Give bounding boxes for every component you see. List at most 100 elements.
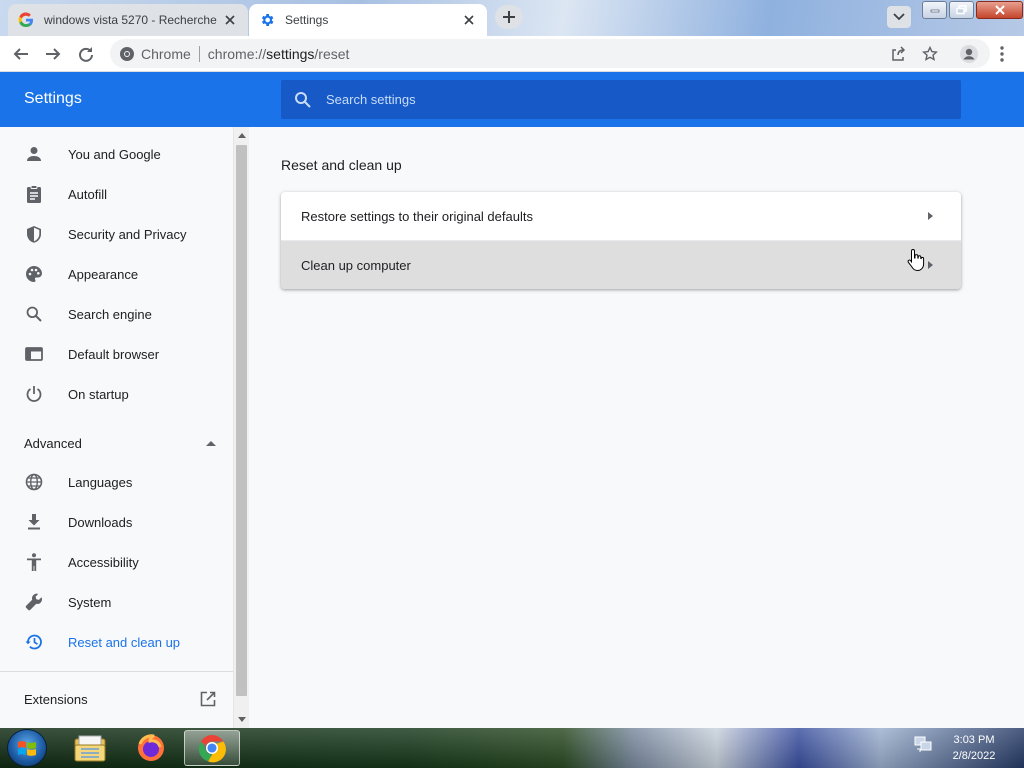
history-icon: [24, 632, 44, 652]
sidebar-item-label: You and Google: [68, 146, 161, 162]
arrow-right-icon: [46, 48, 61, 60]
restore-defaults-row[interactable]: Restore settings to their original defau…: [281, 192, 961, 240]
tab-search-button[interactable]: [887, 6, 911, 28]
restore-button[interactable]: [949, 1, 974, 19]
separator: [198, 45, 200, 62]
start-button[interactable]: [7, 729, 47, 767]
taskbar-clock[interactable]: 3:03 PM 2/8/2022: [940, 732, 1008, 764]
close-window-button[interactable]: [976, 1, 1023, 19]
sidebar-item-downloads[interactable]: Downloads: [0, 502, 233, 542]
tab-google-search[interactable]: windows vista 5270 - Recherche: [8, 4, 248, 36]
search-input[interactable]: [326, 92, 926, 107]
chrome-logo-icon: [120, 46, 134, 61]
search-icon: [295, 91, 311, 108]
settings-main: Reset and clean up Restore settings to t…: [249, 127, 1024, 728]
palette-icon: [24, 264, 44, 284]
sidebar-item-default-browser[interactable]: Default browser: [0, 334, 233, 374]
sidebar-item-system[interactable]: System: [0, 582, 233, 622]
google-g-icon: [18, 12, 33, 28]
settings-header: Settings: [0, 72, 1024, 127]
reload-button[interactable]: [74, 42, 98, 66]
scroll-up-arrow-icon[interactable]: [238, 133, 246, 138]
advanced-toggle[interactable]: Advanced: [24, 433, 216, 453]
sidebar-item-accessibility[interactable]: Accessibility: [0, 542, 233, 582]
power-icon: [24, 384, 44, 404]
menu-button[interactable]: [990, 42, 1014, 66]
site-label: Chrome: [141, 45, 191, 62]
chrome-icon: [198, 734, 226, 763]
sidebar-item-label: Downloads: [68, 514, 133, 530]
sidebar-item-languages[interactable]: Languages: [0, 462, 233, 502]
tab-strip: windows vista 5270 - Recherche Settings: [0, 0, 1024, 36]
share-icon: [892, 46, 906, 61]
avatar-icon: [960, 45, 978, 63]
close-tab-button[interactable]: [461, 12, 477, 28]
share-button[interactable]: [888, 44, 908, 64]
taskbar-chrome[interactable]: [184, 730, 240, 766]
chevron-down-icon: [893, 13, 905, 21]
sidebar-item-you-and-google[interactable]: You and Google: [0, 134, 233, 174]
download-icon: [24, 512, 44, 532]
gear-icon: [261, 14, 274, 26]
sidebar-item-autofill[interactable]: Autofill: [0, 174, 233, 214]
folder-icon: [74, 735, 106, 762]
scrollbar-thumb[interactable]: [236, 145, 247, 696]
new-tab-button[interactable]: [495, 5, 523, 29]
back-button[interactable]: [9, 42, 33, 66]
row-label: Clean up computer: [301, 257, 411, 273]
forward-button[interactable]: [41, 42, 65, 66]
sidebar-item-label: Extensions: [24, 691, 88, 707]
tab-settings[interactable]: Settings: [249, 4, 487, 36]
sidebar-item-security[interactable]: Security and Privacy: [0, 214, 233, 254]
tab-title: windows vista 5270 - Recherche: [44, 13, 217, 27]
page-title: Settings: [24, 90, 82, 107]
minimize-button[interactable]: [922, 1, 947, 19]
sidebar-item-label: Languages: [68, 474, 133, 490]
firefox-icon: [138, 734, 164, 761]
row-label: Restore settings to their original defau…: [301, 208, 533, 224]
sidebar-item-on-startup[interactable]: On startup: [0, 374, 233, 414]
profile-button[interactable]: [957, 42, 981, 66]
settings-search[interactable]: [281, 80, 961, 119]
search-icon: [24, 304, 44, 324]
sidebar-item-label: System: [68, 594, 112, 610]
hand-cursor-icon: [907, 248, 925, 272]
taskbar-explorer[interactable]: [62, 730, 118, 766]
windows-logo-icon: [18, 741, 36, 756]
star-icon: [922, 46, 938, 61]
taskbar-firefox[interactable]: [123, 730, 179, 766]
close-icon: [225, 15, 235, 25]
sidebar-item-label: Reset and clean up: [68, 634, 181, 650]
more-vert-icon: [1000, 46, 1004, 62]
clock-date: 2/8/2022: [952, 750, 996, 762]
restore-icon: [955, 5, 967, 15]
browser-window-icon: [24, 344, 44, 364]
sidebar-item-extensions[interactable]: Extensions: [24, 689, 216, 709]
sidebar-item-reset-and-clean-up[interactable]: Reset and clean up: [0, 622, 233, 662]
sidebar-item-label: Security and Privacy: [68, 226, 187, 242]
sidebar-item-appearance[interactable]: Appearance: [0, 254, 233, 294]
network-icon[interactable]: [913, 734, 933, 754]
arrow-right-icon: [928, 261, 933, 269]
clean-up-computer-row[interactable]: Clean up computer: [281, 240, 961, 289]
browser-toolbar: Chrome chrome://settings/reset: [0, 36, 1024, 72]
sidebar-item-label: Default browser: [68, 346, 160, 362]
accessibility-icon: [24, 552, 44, 572]
clock-time: 3:03 PM: [953, 734, 995, 746]
sidebar-scrollbar[interactable]: [233, 127, 249, 728]
person-icon: [24, 144, 44, 164]
address-bar[interactable]: Chrome chrome://settings/reset: [110, 39, 990, 68]
sidebar-item-label: Accessibility: [68, 554, 139, 570]
scroll-down-arrow-icon[interactable]: [238, 717, 246, 722]
open-in-new-icon: [200, 691, 216, 707]
reset-card: Restore settings to their original defau…: [281, 192, 961, 289]
bookmark-button[interactable]: [920, 44, 940, 64]
window-controls: [922, 1, 1023, 19]
caret-up-icon: [206, 441, 216, 446]
clipboard-icon: [24, 184, 44, 204]
sidebar-item-search-engine[interactable]: Search engine: [0, 294, 233, 334]
windows-taskbar: 3:03 PM 2/8/2022: [0, 728, 1024, 768]
close-tab-button[interactable]: [222, 12, 238, 28]
sidebar-item-label: Search engine: [68, 306, 152, 322]
wrench-icon: [24, 592, 44, 612]
